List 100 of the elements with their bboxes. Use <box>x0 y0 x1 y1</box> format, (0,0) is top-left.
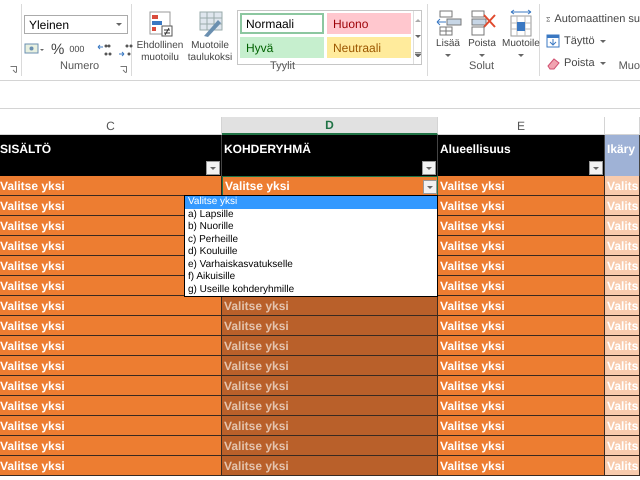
down-arrow-box-icon <box>546 34 560 48</box>
insert-cells-icon <box>434 9 462 37</box>
table-cell[interactable]: Valitse yksi <box>222 376 438 396</box>
increase-decimal-icon <box>97 42 114 56</box>
table-cell[interactable]: Valits <box>605 376 640 396</box>
table-cell[interactable]: Valits <box>605 296 640 316</box>
caret-icon <box>598 38 607 44</box>
table-cell[interactable]: Valitse yksi <box>0 376 222 396</box>
table-cell[interactable]: Valitse yksi <box>222 316 438 336</box>
ribbon-command-button[interactable]: Ehdollinen muotoilu <box>135 4 185 76</box>
table-cell[interactable]: Valitse yksi <box>438 396 605 416</box>
eraser-icon <box>546 56 560 70</box>
table-cell[interactable]: Valitse yksi <box>0 456 222 476</box>
ribbon-command-button[interactable]: Täyttö <box>546 32 640 50</box>
number-format-dropdown[interactable]: Yleinen <box>24 15 128 34</box>
table-cell[interactable]: Valitse yksi <box>438 296 605 316</box>
table-cell[interactable]: Valits <box>605 416 640 436</box>
thousands-button[interactable]: 000 <box>69 45 84 54</box>
caret-icon <box>516 53 525 58</box>
table-cell[interactable]: Valitse yksi <box>438 336 605 356</box>
table-cell[interactable]: Valitse yksi <box>438 256 605 276</box>
table-cell[interactable]: Valitse yksi <box>222 356 438 376</box>
table-cell[interactable]: Valitse yksi <box>438 456 605 476</box>
table-cell[interactable]: Valits <box>605 356 640 376</box>
cell-style-swatch[interactable]: Hyvä <box>240 37 324 58</box>
table-cell[interactable]: Valits <box>605 196 640 216</box>
cell-style-swatch[interactable]: Normaali <box>240 13 324 34</box>
ribbon-command-button[interactable]: Muotoile <box>500 4 542 64</box>
scroll-down-icon <box>414 34 420 39</box>
column-header[interactable]: C <box>0 117 222 135</box>
table-cell[interactable]: Valits <box>605 316 640 336</box>
header-text: Alueellisuus <box>440 141 511 158</box>
dialog-launcher-icon <box>120 66 127 73</box>
table-cell[interactable]: Valitse yksi <box>438 356 605 376</box>
caret-icon <box>598 60 607 66</box>
table-cell[interactable]: Valitse yksi <box>438 176 605 196</box>
caret-icon <box>209 166 217 170</box>
caret-icon <box>592 166 600 170</box>
decrease-decimal-icon <box>118 42 134 56</box>
table-cell[interactable]: Valitse yksi <box>438 376 605 396</box>
table-cell[interactable]: Valitse yksi <box>222 296 438 316</box>
caret-icon <box>115 22 123 27</box>
group-label: Tyylit <box>270 58 296 74</box>
table-cell[interactable]: Valitse yksi <box>222 416 438 436</box>
more-icon <box>414 52 420 58</box>
table-cell[interactable]: Valitse yksi <box>222 176 438 196</box>
table-cell[interactable]: Valitse yksi <box>438 216 605 236</box>
table-cell[interactable]: Valits <box>605 456 640 476</box>
table-cell[interactable]: Valits <box>605 436 640 456</box>
table-cell[interactable]: Valitse yksi <box>0 176 222 196</box>
header-text: Ikäry <box>607 141 636 158</box>
table-cell[interactable]: Valitse yksi <box>222 436 438 456</box>
ribbon-command-button[interactable]: Muotoile taulukoksi <box>185 4 235 76</box>
table-cell[interactable]: Valitse yksi <box>0 336 222 356</box>
ribbon-command-button[interactable]: Automaattinen su <box>546 10 640 28</box>
table-cell[interactable]: Valitse yksi <box>438 436 605 456</box>
table-cell[interactable]: Valitse yksi <box>438 416 605 436</box>
table-cell[interactable]: Valitse yksi <box>0 396 222 416</box>
table-cell[interactable]: Valitse yksi <box>222 336 438 356</box>
column-header[interactable]: E <box>438 117 605 135</box>
group-label: Solut <box>469 58 494 74</box>
column-header[interactable]: D <box>222 117 438 135</box>
filter-button[interactable] <box>589 161 603 175</box>
table-cell[interactable]: Valitse yksi <box>438 316 605 336</box>
dropdown-option[interactable]: Valitse yksi <box>185 196 437 208</box>
filter-button[interactable] <box>206 161 220 175</box>
table-cell[interactable]: Valitse yksi <box>222 456 438 476</box>
percent-button[interactable]: % <box>51 42 64 57</box>
cell-style-swatch[interactable]: Neutraali <box>327 37 411 58</box>
table-cell[interactable]: Valitse yksi <box>0 356 222 376</box>
table-cell[interactable]: Valits <box>605 396 640 416</box>
table-cell[interactable]: Valits <box>605 336 640 356</box>
header-text: SISÄLTÖ <box>0 141 52 158</box>
table-cell[interactable]: Valits <box>605 276 640 296</box>
table-cell[interactable]: Valitse yksi <box>222 396 438 416</box>
table-cell[interactable]: Valits <box>605 176 640 196</box>
currency-icon <box>24 42 46 56</box>
dropdown-button[interactable] <box>423 180 437 194</box>
filter-button[interactable] <box>422 161 436 175</box>
table-cell[interactable]: Valitse yksi <box>438 236 605 256</box>
table-cell[interactable]: Valitse yksi <box>0 296 222 316</box>
caret-icon <box>444 53 452 58</box>
table-cell[interactable]: Valits <box>605 236 640 256</box>
ribbon-command-button[interactable]: Lisää <box>432 4 464 64</box>
cell-style-swatch[interactable]: Huono <box>327 13 411 34</box>
table-cell[interactable]: Valitse yksi <box>0 316 222 336</box>
group-label: Muo <box>618 58 640 74</box>
caret-icon <box>426 184 434 190</box>
group-label: Numero <box>60 58 100 74</box>
table-cell[interactable]: Valitse yksi <box>0 416 222 436</box>
dialog-launcher-icon <box>10 66 17 73</box>
caret-icon <box>425 166 433 170</box>
table-cell[interactable]: Valitse yksi <box>438 196 605 216</box>
header-text: KOHDERYHMÄ <box>224 141 311 158</box>
table-cell[interactable]: Valitse yksi <box>438 276 605 296</box>
scroll-up-icon <box>414 18 420 22</box>
table-cell[interactable]: Valits <box>605 256 640 276</box>
caret-icon <box>478 53 486 58</box>
table-cell[interactable]: Valits <box>605 216 640 236</box>
table-cell[interactable]: Valitse yksi <box>0 436 222 456</box>
